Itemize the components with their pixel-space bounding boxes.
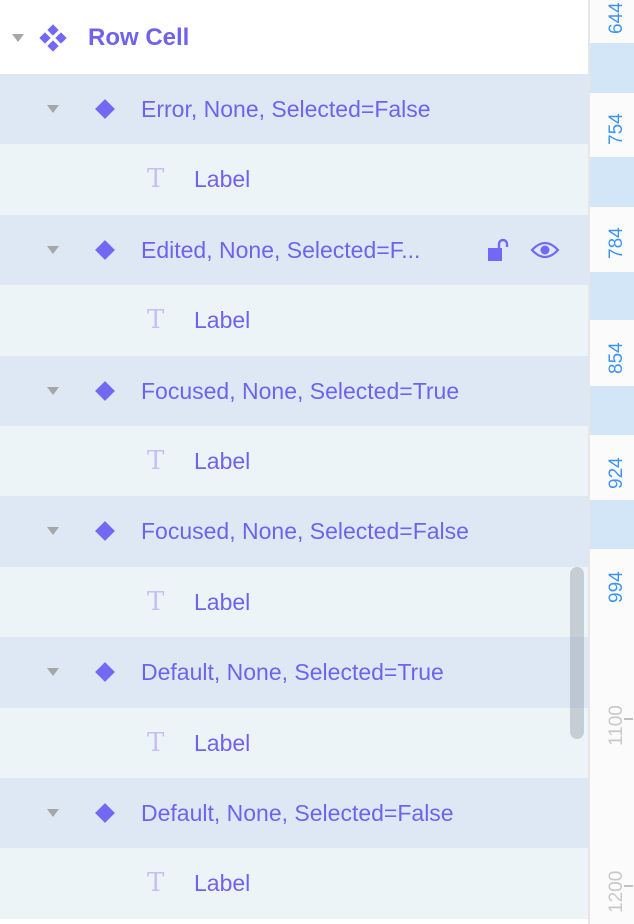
ruler-mark: 784 bbox=[590, 207, 634, 272]
collapse-caret-icon[interactable] bbox=[47, 527, 59, 535]
collapse-caret-icon[interactable] bbox=[47, 387, 59, 395]
ruler-label: 784 bbox=[606, 227, 627, 259]
component-instance-icon bbox=[95, 240, 115, 260]
scrollbar-thumb[interactable] bbox=[570, 567, 584, 739]
ruler-highlight-band bbox=[590, 157, 634, 207]
layer-name: Focused, None, Selected=False bbox=[141, 518, 469, 544]
vertical-ruler: 644 754 784 854 924 994 1100 1200 bbox=[590, 0, 634, 924]
layer-row-text[interactable]: T Label bbox=[0, 285, 588, 356]
collapse-caret-icon[interactable] bbox=[47, 105, 59, 113]
eye-icon[interactable] bbox=[530, 239, 560, 266]
layer-name: Label bbox=[194, 730, 251, 756]
ruler-highlight-band bbox=[590, 272, 634, 320]
text-layer-icon: T bbox=[147, 728, 165, 758]
component-instance-icon bbox=[95, 803, 115, 823]
component-instance-icon bbox=[95, 99, 115, 119]
layer-row-text[interactable]: T Label bbox=[0, 144, 588, 215]
layer-row-row-cell[interactable]: Row Cell bbox=[0, 0, 588, 74]
text-layer-icon: T bbox=[147, 164, 165, 194]
layer-row-component[interactable]: Focused, None, Selected=False bbox=[0, 496, 588, 567]
layer-row-component[interactable]: Edited, None, Selected=F... bbox=[0, 215, 588, 285]
layer-row-component[interactable]: Error, None, Selected=False bbox=[0, 74, 588, 144]
layers-panel: Row Cell Error, None, Selected=False T Lab… bbox=[0, 0, 588, 924]
collapse-caret-icon[interactable] bbox=[47, 246, 59, 254]
ruler-tick bbox=[624, 885, 633, 887]
component-instance-icon bbox=[95, 381, 115, 401]
text-layer-icon: T bbox=[147, 446, 165, 476]
ruler-highlight-band bbox=[590, 386, 634, 435]
component-instance-icon bbox=[95, 521, 115, 541]
unlock-icon[interactable] bbox=[486, 237, 512, 268]
ruler-label: 924 bbox=[606, 457, 627, 489]
layer-row-text[interactable]: T Label bbox=[0, 848, 588, 919]
layer-name: Label bbox=[194, 448, 251, 474]
ruler-mark: 644 bbox=[590, 0, 634, 43]
ruler-mark: 754 bbox=[590, 93, 634, 157]
ruler-label: 854 bbox=[606, 342, 627, 374]
layer-row-component[interactable]: Default, None, Selected=True bbox=[0, 637, 588, 708]
ruler-mark: 994 bbox=[590, 549, 634, 609]
layer-name: Row Cell bbox=[88, 24, 190, 51]
layer-name: Error, None, Selected=False bbox=[141, 96, 431, 122]
text-layer-icon: T bbox=[147, 587, 165, 617]
collapse-caret-icon[interactable] bbox=[47, 809, 59, 817]
ruler-tick bbox=[624, 718, 633, 720]
ruler-mark: 924 bbox=[590, 435, 634, 500]
ruler-mark: 854 bbox=[590, 320, 634, 386]
layer-row-text[interactable]: T Label bbox=[0, 567, 588, 637]
layer-actions bbox=[486, 237, 560, 268]
layer-name: Focused, None, Selected=True bbox=[141, 378, 460, 404]
layer-name: Default, None, Selected=False bbox=[141, 800, 454, 826]
text-layer-icon: T bbox=[147, 868, 165, 898]
layer-name: Default, None, Selected=True bbox=[141, 659, 444, 685]
collapse-caret-icon[interactable] bbox=[12, 34, 24, 42]
ruler-highlight-band bbox=[590, 43, 634, 93]
ruler-label: 1100 bbox=[606, 705, 627, 746]
text-layer-icon: T bbox=[147, 305, 165, 335]
layer-row-component[interactable]: Focused, None, Selected=True bbox=[0, 356, 588, 426]
component-set-icon bbox=[39, 24, 67, 52]
layer-name: Label bbox=[194, 870, 251, 896]
component-instance-icon bbox=[95, 662, 115, 682]
layer-row-component[interactable]: Default, None, Selected=False bbox=[0, 778, 588, 848]
ruler-label: 644 bbox=[606, 2, 627, 34]
layer-name: Edited, None, Selected=F... bbox=[141, 237, 421, 263]
ruler-label: 994 bbox=[606, 571, 627, 603]
layer-name: Label bbox=[194, 307, 251, 333]
ruler-label: 754 bbox=[606, 113, 627, 145]
ruler-highlight-band bbox=[590, 500, 634, 549]
ruler-label: 1200 bbox=[606, 870, 627, 913]
layer-name: Label bbox=[194, 589, 251, 615]
layer-name: Label bbox=[194, 166, 251, 192]
layer-row-text[interactable]: T Label bbox=[0, 708, 588, 778]
collapse-caret-icon[interactable] bbox=[47, 668, 59, 676]
layer-row-text[interactable]: T Label bbox=[0, 426, 588, 496]
